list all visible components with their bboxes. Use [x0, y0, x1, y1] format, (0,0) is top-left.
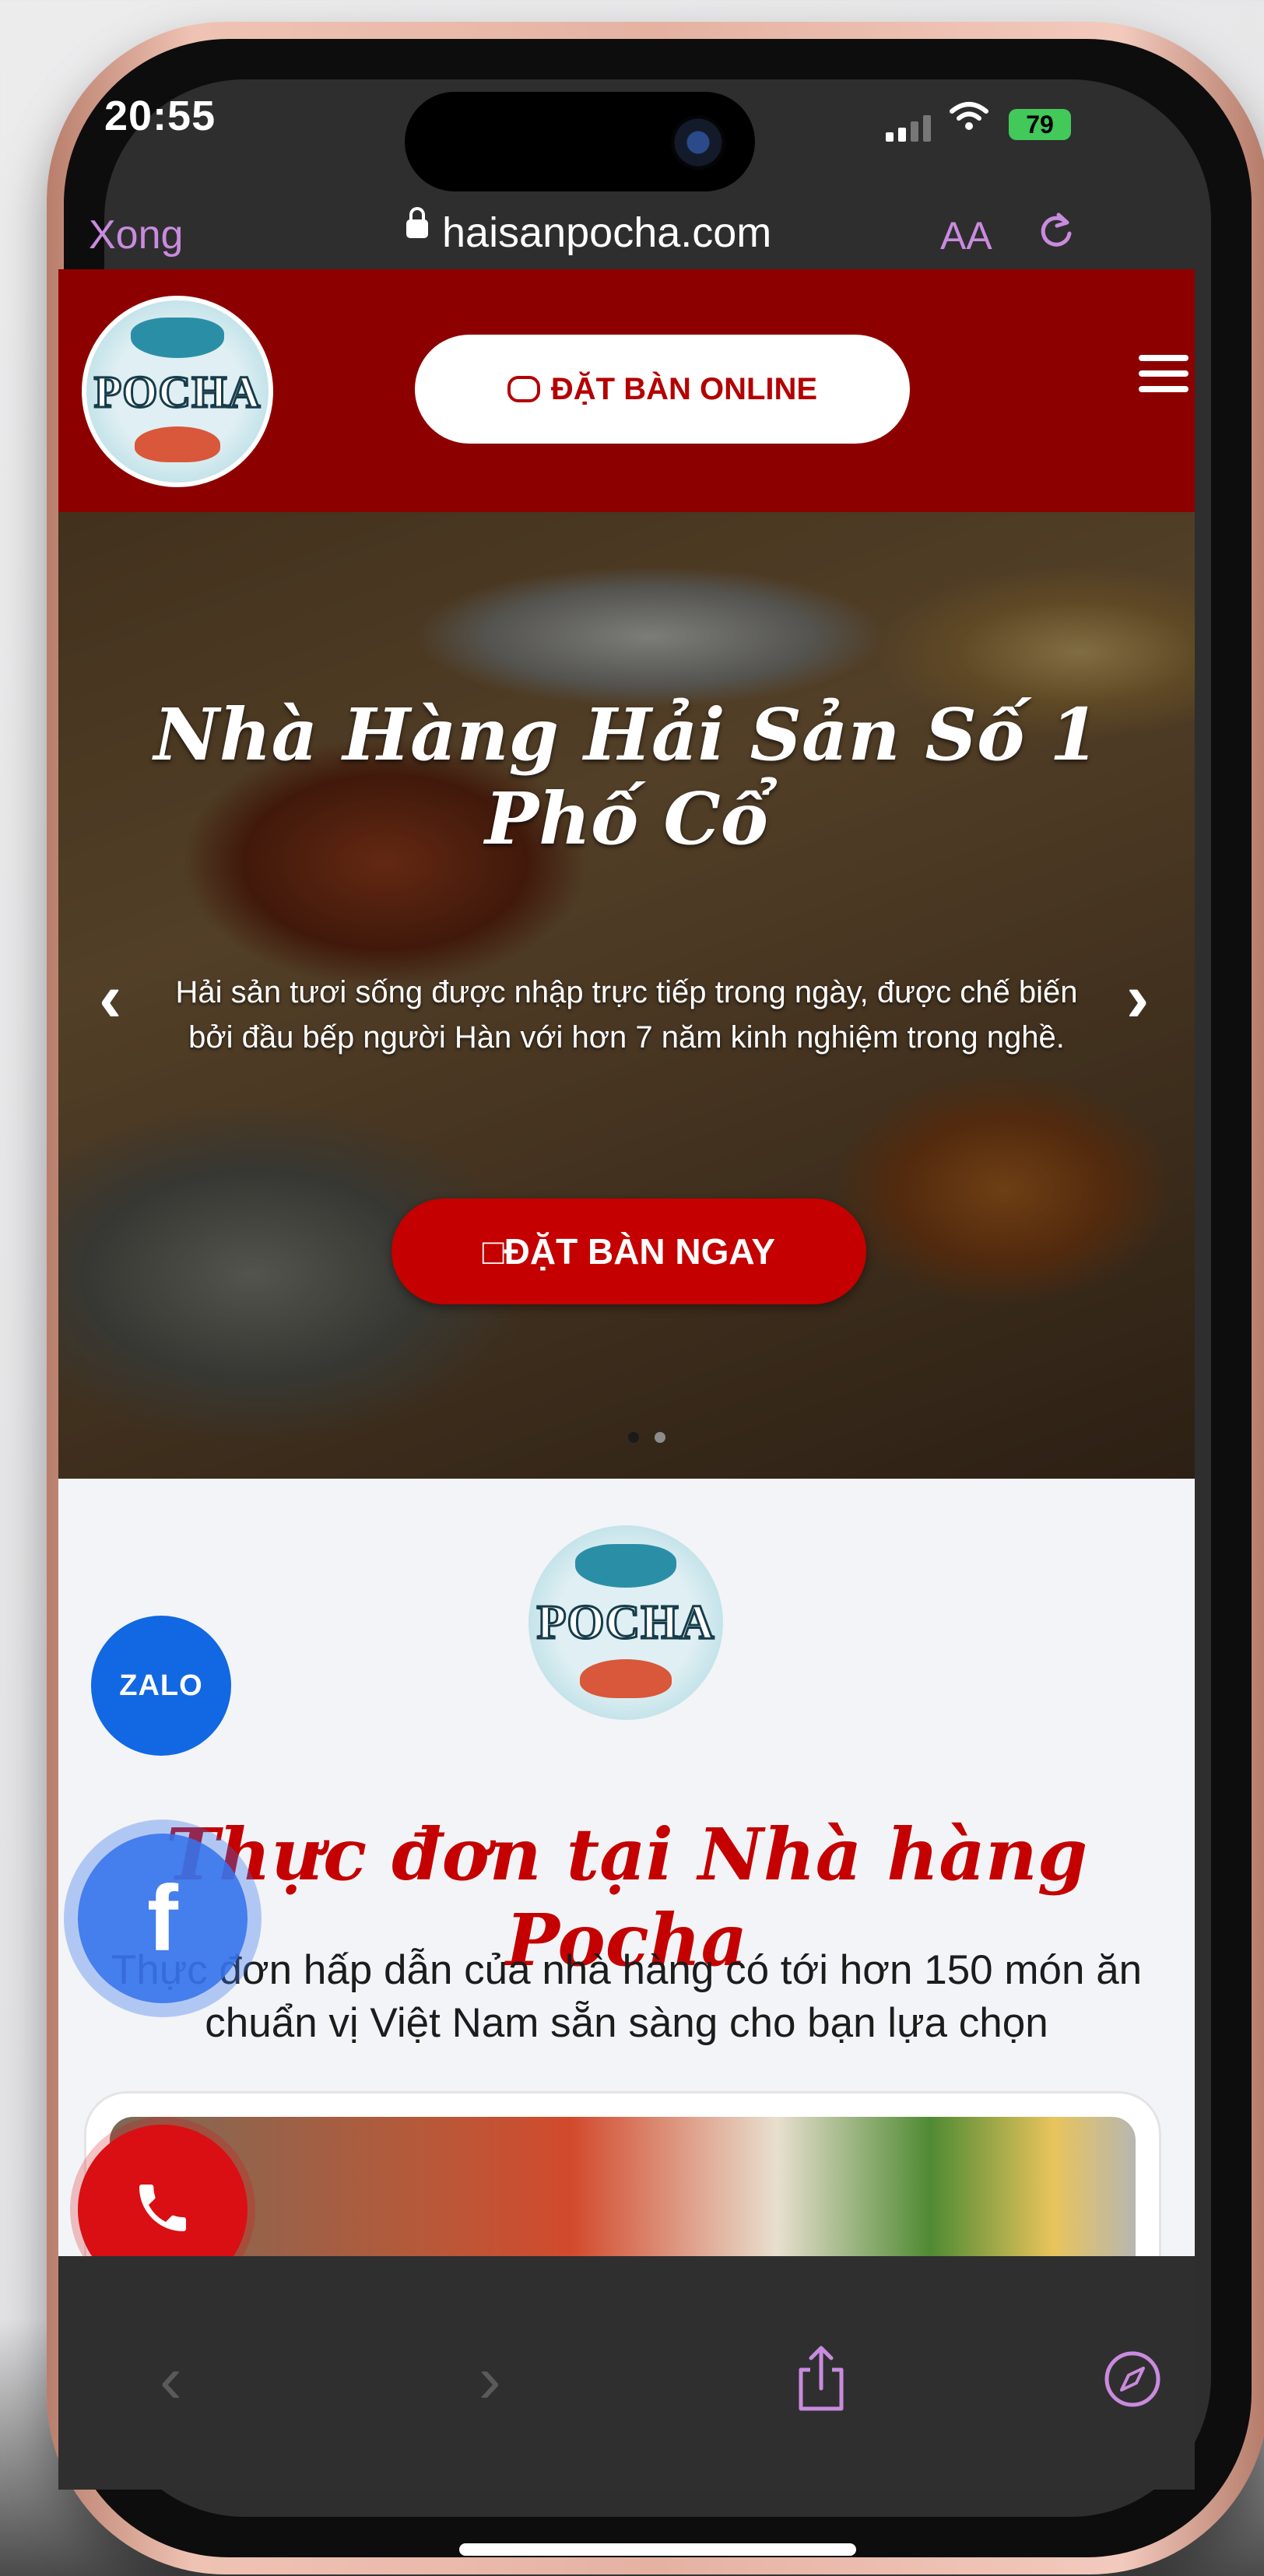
slider-dot-active[interactable]	[628, 1432, 639, 1443]
slider-dot[interactable]	[655, 1432, 665, 1443]
logo-text: POCHA	[93, 365, 262, 418]
status-bar: 20:55 79	[0, 0, 1264, 191]
zalo-chat-button[interactable]: ZALO	[91, 1616, 231, 1756]
lobster-graphic	[131, 318, 224, 358]
done-button[interactable]: Xong	[89, 212, 183, 258]
hero-description: Hải sản tươi sống được nhập trực tiếp tr…	[175, 975, 1078, 1055]
text-size-button[interactable]: AA	[940, 213, 992, 258]
crab-graphic	[580, 1659, 672, 1698]
front-camera	[671, 115, 725, 170]
book-now-button[interactable]: □ĐẶT BÀN NGAY	[391, 1199, 866, 1304]
slider-next-arrow[interactable]: ›	[1126, 963, 1149, 1032]
section-logo: POCHA	[524, 1521, 728, 1725]
back-icon[interactable]: ‹	[160, 2342, 182, 2419]
share-icon[interactable]	[790, 2343, 852, 2413]
menu-card[interactable]	[86, 2093, 1159, 2256]
hero-title: Nhà Hàng Hải Sản Số 1 Phố Cổ	[153, 693, 1100, 861]
site-header: POCHA ĐẶT BÀN ONLINE	[58, 269, 1195, 512]
slider-dots	[628, 1432, 665, 1443]
hamburger-menu-icon[interactable]	[1139, 355, 1189, 395]
compass-icon[interactable]	[1103, 2350, 1162, 2409]
dynamic-island	[405, 92, 755, 191]
battery-indicator: 79	[1009, 109, 1071, 140]
safari-toolbar: ‹ ›	[58, 2256, 1195, 2490]
facebook-button[interactable]: f	[78, 1834, 248, 2003]
forward-icon[interactable]: ›	[479, 2342, 501, 2419]
home-indicator[interactable]	[459, 2543, 856, 2556]
book-online-button[interactable]: ĐẶT BÀN ONLINE	[415, 335, 910, 444]
cellular-signal-icon	[886, 114, 931, 142]
book-online-label: ĐẶT BÀN ONLINE	[550, 371, 818, 406]
phone-icon	[132, 2177, 194, 2243]
safari-address-bar[interactable]: Xong haisanpocha.com AA	[0, 184, 1264, 269]
reload-icon[interactable]	[1035, 210, 1077, 252]
menu-card-photo	[110, 2117, 1136, 2256]
site-logo[interactable]: POCHA	[82, 296, 273, 487]
chat-icon	[507, 376, 540, 402]
lobster-graphic	[575, 1544, 676, 1588]
crab-graphic	[135, 426, 220, 462]
section-logo-text: POCHA	[535, 1595, 715, 1650]
hero-slider: Nhà Hàng Hải Sản Số 1 Phố Cổ ‹ Hải sản t…	[58, 512, 1195, 1479]
lock-icon	[406, 207, 428, 238]
wifi-icon	[950, 98, 988, 141]
url-text[interactable]: haisanpocha.com	[442, 209, 771, 257]
status-time: 20:55	[104, 93, 216, 139]
slider-prev-arrow[interactable]: ‹	[99, 963, 121, 1032]
